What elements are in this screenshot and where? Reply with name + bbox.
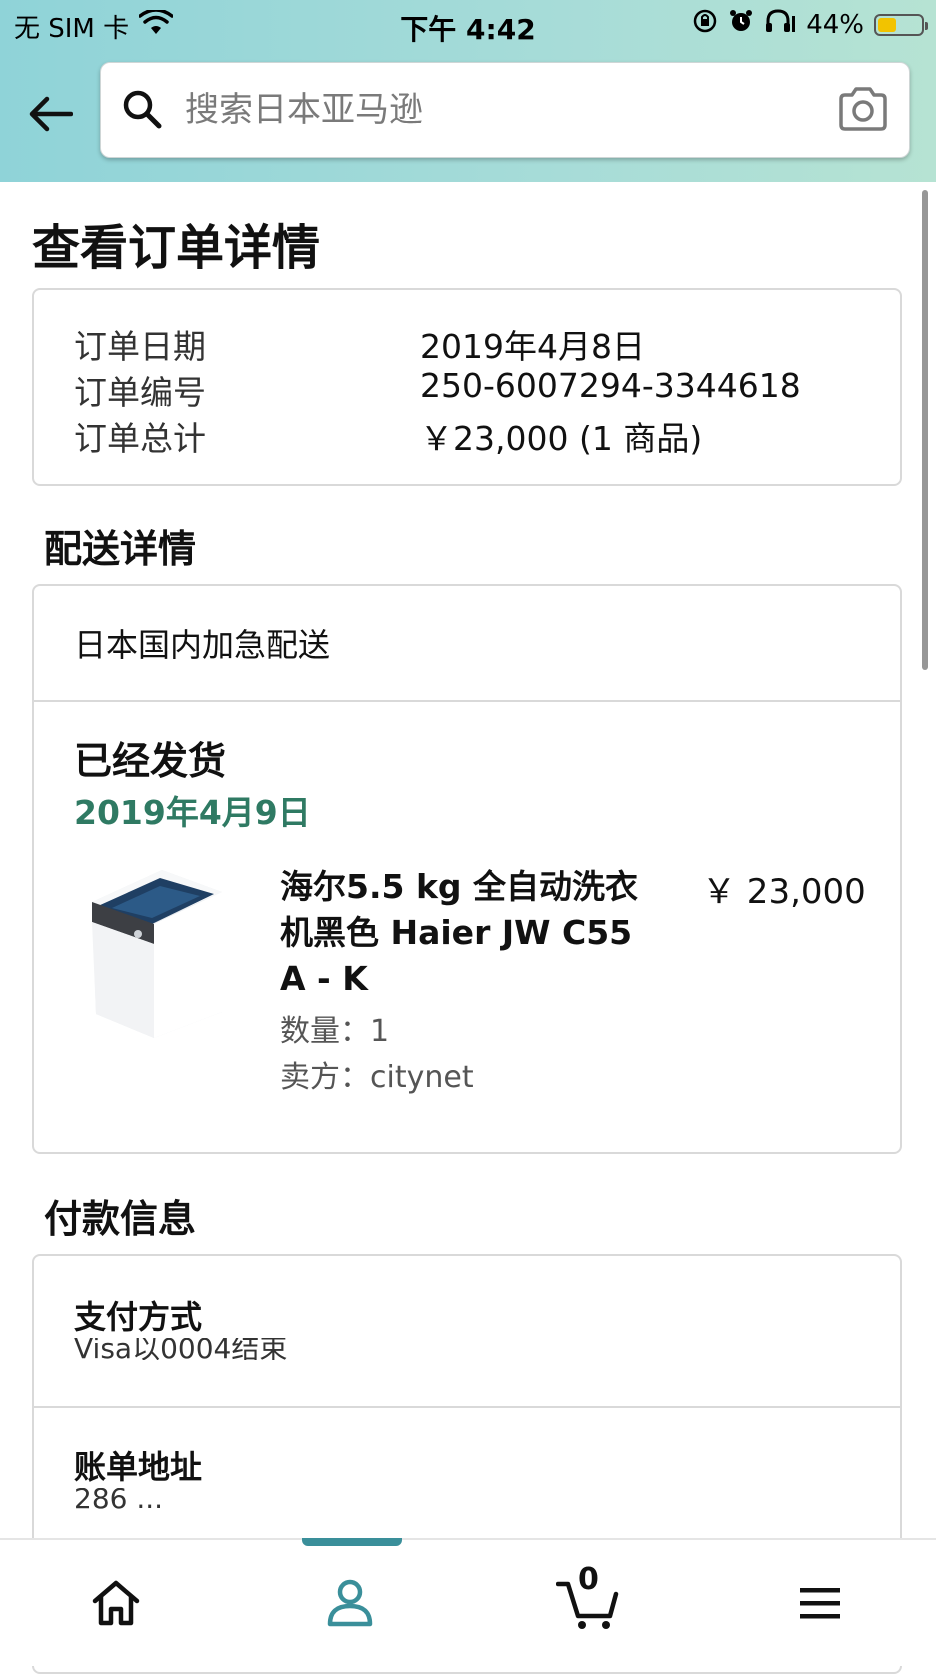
order-date-label: 订单日期 <box>74 327 206 366</box>
delivery-card: 日本国内加急配送 已经发货 2019年4月9日 海尔5.5 kg 全自动洗衣机黑… <box>32 584 902 1154</box>
back-button[interactable] <box>20 86 80 142</box>
product-quantity: 数量：1 <box>280 1014 390 1049</box>
status-bar: 无 SIM 卡 下午 4:42 44% <box>0 0 936 46</box>
bottom-nav: 0 <box>0 1538 936 1666</box>
shipment-status: 已经发货 <box>74 739 227 783</box>
billing-address-label: 账单地址 <box>74 1448 203 1486</box>
product-price: ￥ 23,000 <box>702 872 866 912</box>
page-title: 查看订单详情 <box>32 220 321 276</box>
home-icon <box>92 1580 140 1626</box>
product-seller: 卖方：citynet <box>280 1060 474 1095</box>
headphones-icon <box>764 8 796 41</box>
camera-icon[interactable] <box>837 87 889 131</box>
nav-home[interactable] <box>76 1568 156 1638</box>
payment-section-title: 付款信息 <box>44 1197 197 1241</box>
battery-icon <box>874 13 928 36</box>
nav-account[interactable] <box>310 1568 390 1638</box>
delivery-section-title: 配送详情 <box>44 527 197 571</box>
order-date-value: 2019年4月8日 <box>420 327 645 366</box>
battery-percent: 44% <box>806 9 864 40</box>
active-tab-indicator <box>302 1538 402 1546</box>
cart-count-badge: 0 <box>578 1562 599 1597</box>
search-bar[interactable] <box>100 62 910 158</box>
shipment-date: 2019年4月9日 <box>74 793 311 832</box>
nav-menu[interactable] <box>780 1568 860 1638</box>
status-icons: 44% <box>692 8 928 41</box>
delivery-method-row: 日本国内加急配送 <box>34 586 900 702</box>
scrollbar[interactable] <box>922 190 928 670</box>
order-number-value: 250-6007294-3344618 <box>420 366 801 405</box>
nav-cart[interactable]: 0 <box>548 1562 628 1638</box>
order-total-value: ￥23,000 (1 商品) <box>420 419 703 458</box>
payment-method-value: Visa以0004结束 <box>74 1338 288 1360</box>
order-summary-card: 订单日期 2019年4月8日 订单编号 250-6007294-3344618 … <box>32 288 902 486</box>
search-input[interactable] <box>183 85 787 135</box>
product-title-link[interactable]: 海尔5.5 kg 全自动洗衣机黑色 Haier JW C55 A - K <box>280 864 660 1002</box>
rotation-lock-icon <box>692 8 718 41</box>
search-icon <box>123 90 162 129</box>
product-image[interactable] <box>82 862 230 1040</box>
payment-method-label: 支付方式 <box>74 1298 203 1336</box>
alarm-icon <box>728 8 754 41</box>
payment-method-row[interactable]: 支付方式 Visa以0004结束 <box>34 1256 900 1408</box>
account-icon <box>327 1579 373 1627</box>
order-total-label: 订单总计 <box>74 419 206 458</box>
menu-icon <box>800 1588 840 1619</box>
order-number-label: 订单编号 <box>74 373 206 412</box>
billing-address-value: 286 ... <box>74 1488 164 1510</box>
delivery-method: 日本国内加急配送 <box>74 626 331 664</box>
back-arrow-icon <box>29 96 73 132</box>
